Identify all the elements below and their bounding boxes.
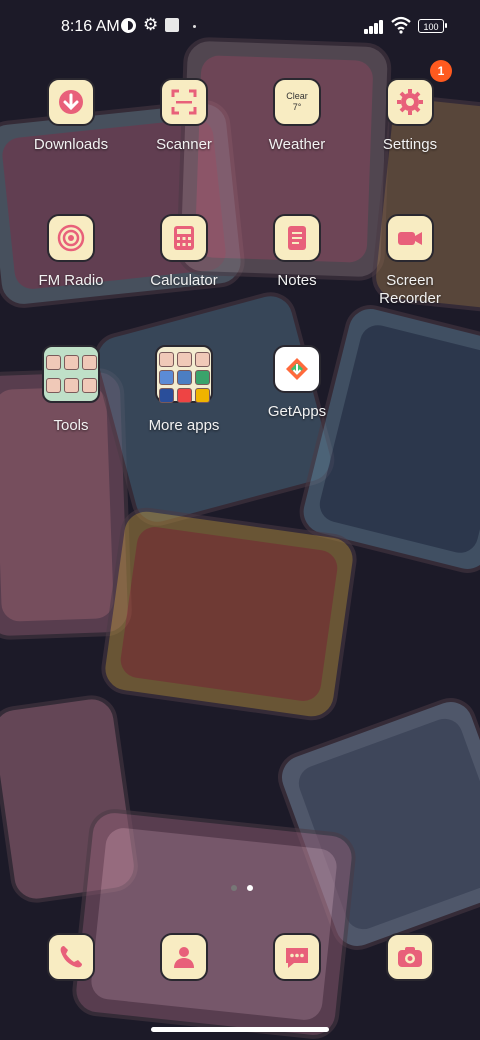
phone-icon: [47, 933, 95, 981]
messages-icon: [273, 933, 321, 981]
camera-icon: [386, 933, 434, 981]
contacts-icon: [160, 933, 208, 981]
app-weather[interactable]: Clear 7° Weather: [241, 78, 353, 154]
video-camera-icon: [386, 214, 434, 262]
getapps-icon: [273, 345, 321, 393]
scanner-icon: [160, 78, 208, 126]
dock-messages[interactable]: [241, 933, 353, 981]
notification-badge: 1: [430, 60, 452, 82]
page-dot[interactable]: [231, 885, 237, 891]
screenshot-icon: [165, 18, 179, 32]
radio-icon: [47, 214, 95, 262]
gear-icon: ⚙: [143, 15, 159, 34]
clock: 8:16 AM: [61, 18, 120, 35]
page-indicator: [226, 878, 258, 896]
battery-icon: 100: [418, 19, 447, 33]
app-label: Scanner: [156, 136, 212, 153]
folder-more-apps[interactable]: More apps: [128, 345, 240, 435]
app-label: Downloads: [33, 136, 109, 153]
folder-icon: [42, 345, 100, 403]
folder-tools[interactable]: Tools: [15, 345, 127, 435]
wifi-icon: [391, 16, 411, 34]
gesture-nav-bar[interactable]: [151, 1027, 329, 1032]
folder-icon: [155, 345, 213, 403]
app-label: GetApps: [267, 403, 327, 420]
weather-temp: 7°: [292, 102, 302, 112]
dock-camera[interactable]: [354, 933, 466, 981]
app-notes[interactable]: Notes: [241, 214, 353, 290]
app-label: Settings: [382, 136, 438, 153]
app-downloads[interactable]: Downloads: [15, 78, 127, 154]
app-label: FM Radio: [38, 272, 104, 289]
app-screen-recorder[interactable]: Screen Recorder: [354, 214, 466, 308]
signal-icon: [364, 20, 386, 34]
app-label: Calculator: [150, 272, 218, 289]
app-label: Notes: [277, 272, 317, 289]
app-settings[interactable]: Settings: [354, 78, 466, 154]
gear-icon: [386, 78, 434, 126]
dock-phone[interactable]: [15, 933, 127, 981]
status-bar: 8:16 AM ⚙ 100: [0, 0, 480, 56]
weather-icon: Clear 7°: [273, 78, 321, 126]
dock-contacts[interactable]: [128, 933, 240, 981]
app-label: Tools: [53, 417, 89, 434]
app-fm-radio[interactable]: FM Radio: [15, 214, 127, 290]
dot-icon: [193, 25, 196, 28]
notes-icon: [273, 214, 321, 262]
weather-condition: Clear: [286, 91, 308, 101]
calculator-icon: [160, 214, 208, 262]
wallpaper-jar: [69, 806, 359, 1040]
app-label: More apps: [148, 417, 220, 434]
download-arrow-icon: [47, 78, 95, 126]
wallpaper-jar: [98, 504, 360, 724]
app-calculator[interactable]: Calculator: [128, 214, 240, 290]
app-label: Weather: [268, 136, 326, 153]
app-scanner[interactable]: Scanner: [128, 78, 240, 154]
dnd-icon: [121, 18, 136, 33]
app-label: Screen Recorder: [379, 272, 441, 307]
page-dot-active[interactable]: [247, 885, 253, 891]
app-getapps[interactable]: GetApps: [241, 345, 353, 421]
